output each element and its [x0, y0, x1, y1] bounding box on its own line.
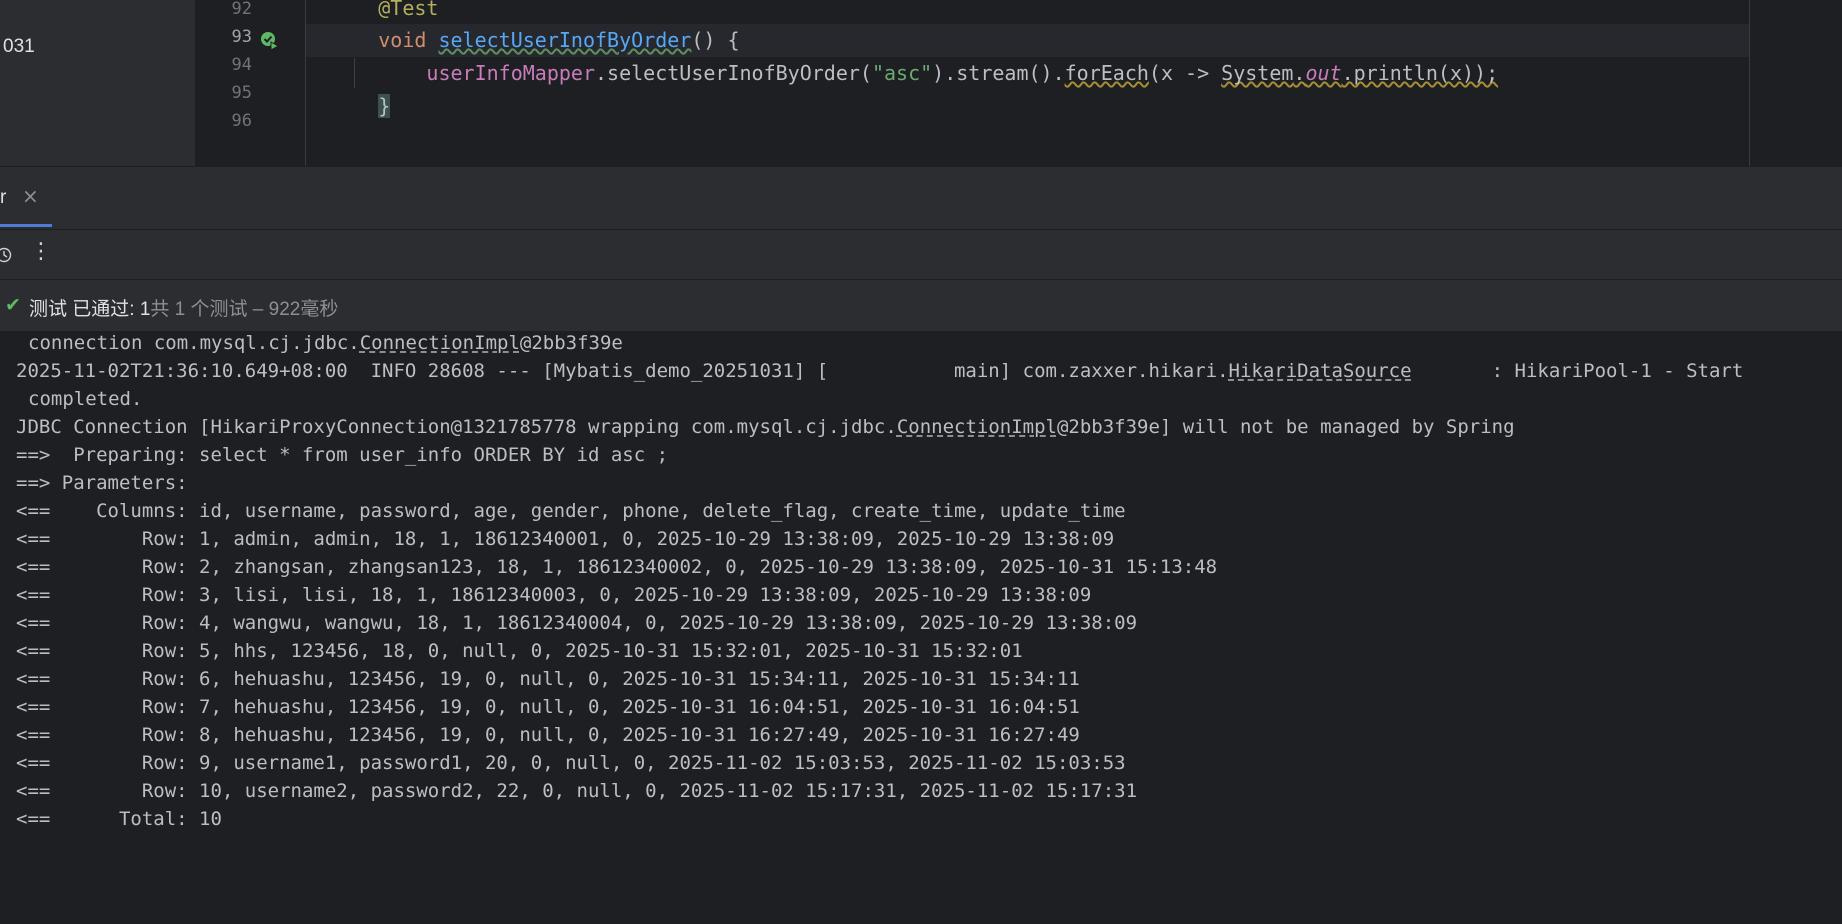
code-token: (x -> [1148, 61, 1222, 85]
line-number: 96 [231, 111, 252, 131]
line-number: 93 [231, 27, 252, 47]
active-tab-indicator [0, 224, 52, 227]
test-status-text: 测试 已通过: 1共 1 个测试 – 922毫秒 [29, 294, 338, 321]
code-line-93: void selectUserInofByOrder() { [306, 24, 1750, 57]
line-number: 95 [231, 83, 252, 103]
tool-window-tabs: r × [0, 167, 1842, 230]
console-line: <== Total: 10 [16, 808, 222, 830]
test-status-main: 测试 已通过: 1 [29, 299, 151, 320]
console-line: 2025-11-02T21:36:10.649+08:00 INFO 28608… [16, 360, 1744, 382]
console-output[interactable]: connection com.mysql.cj.jdbc.ConnectionI… [0, 332, 1842, 924]
keyword-token: void [378, 28, 427, 52]
test-status-bar: ✔ 测试 已通过: 1共 1 个测试 – 922毫秒 [0, 279, 1842, 332]
code-token: ).stream(). [932, 61, 1065, 85]
code-token: System [1221, 61, 1294, 85]
string-token: "asc" [871, 61, 933, 85]
class-link[interactable]: ConnectionImpl [897, 416, 1057, 438]
annotation-token: @Test [378, 0, 439, 20]
project-item-label[interactable]: 031 [3, 36, 35, 58]
run-test-passed-icon[interactable] [259, 30, 281, 52]
code-token: .println(x)); [1341, 61, 1499, 85]
code-line-94: userInfoMapper.selectUserInofByOrder("as… [306, 57, 1750, 90]
code-token: . [1293, 61, 1306, 85]
tool-window-toolbar: ⋮ [0, 229, 1842, 280]
tab-label: r [0, 187, 7, 208]
class-link[interactable]: ConnectionImpl [360, 332, 520, 354]
code-token: forEach [1064, 61, 1149, 85]
field-token: userInfoMapper [426, 61, 595, 85]
right-margin-line [1749, 0, 1750, 166]
code-token: .selectUserInofByOrder( [595, 61, 872, 85]
code-line-92: @Test [306, 0, 1750, 25]
line-number: 92 [231, 0, 252, 19]
test-status-summary: 共 1 个测试 – 922毫秒 [150, 299, 339, 320]
line-number: 94 [231, 55, 252, 75]
method-name-token: selectUserInofByOrder [438, 28, 692, 52]
brace-token: } [378, 94, 391, 118]
code-editor[interactable]: 031 92 93 94 95 96 @Test void selectUser… [0, 0, 1842, 166]
static-field-token: out [1305, 61, 1342, 85]
editor-gutter: 92 93 94 95 96 [195, 0, 305, 166]
run-tool-window: r × ⋮ ✔ 测试 已通过: 1共 1 个测试 – 922毫秒 connect… [0, 166, 1842, 924]
checkmark-icon: ✔ [5, 294, 21, 316]
code-line-95: } [306, 90, 1750, 123]
code-token: () { [691, 28, 740, 52]
close-icon[interactable]: × [22, 184, 39, 208]
project-panel-strip: 031 [0, 0, 195, 166]
more-options-icon[interactable]: ⋮ [30, 239, 52, 264]
code-area[interactable]: @Test void selectUserInofByOrder() { use… [306, 0, 1750, 166]
clock-icon[interactable] [0, 247, 12, 263]
indent-guide [354, 58, 355, 88]
class-link[interactable]: HikariDataSource [1229, 360, 1412, 382]
